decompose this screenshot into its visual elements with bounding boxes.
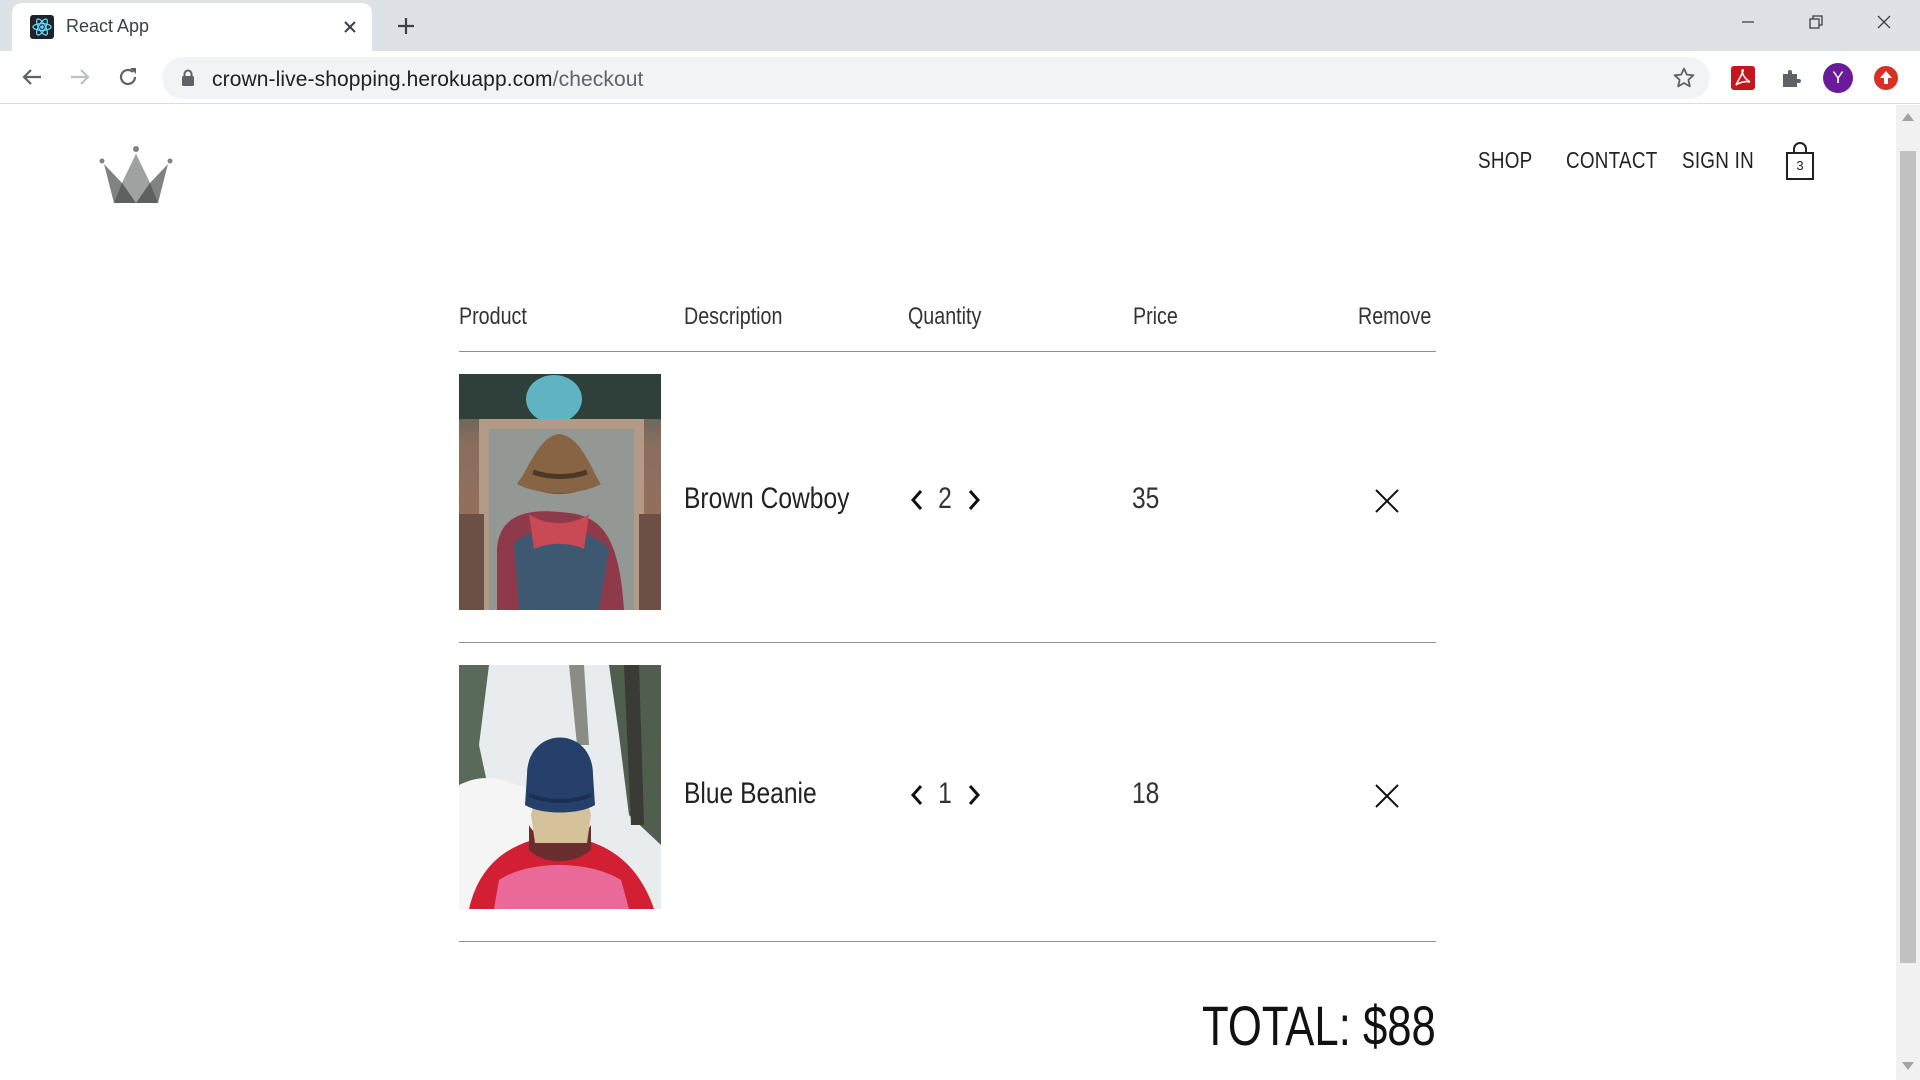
nav-sign-in-link[interactable]: SIGN IN [1682, 147, 1754, 174]
remove-item-button[interactable] [1374, 783, 1400, 809]
tab-title: React App [66, 16, 150, 36]
update-icon [1874, 66, 1898, 90]
restore-icon [1809, 15, 1823, 29]
items-bottom-divider [459, 941, 1436, 942]
reload-button[interactable] [112, 61, 144, 93]
app-page: SHOP CONTACT SIGN IN 3 Product Descripti… [0, 105, 1896, 1080]
cart-button[interactable]: 3 [1782, 141, 1818, 181]
arrow-right-icon [71, 69, 90, 85]
avatar-initial: Y [1832, 68, 1844, 87]
increase-quantity-button[interactable] [964, 782, 984, 808]
arrow-left-icon [22, 69, 41, 85]
remove-item-button[interactable] [1374, 488, 1400, 514]
crown-icon[interactable] [96, 143, 176, 203]
url-path: /checkout [552, 68, 644, 91]
browser-tab[interactable]: React App [12, 3, 372, 51]
extensions-button[interactable] [1776, 63, 1806, 93]
item-image-brown-cowboy [459, 374, 661, 610]
column-header-description: Description [684, 303, 783, 330]
puzzle-icon [1783, 70, 1801, 87]
close-icon [1877, 15, 1891, 29]
react-icon [30, 15, 54, 39]
decrease-quantity-button[interactable] [907, 487, 927, 513]
restore-button[interactable] [1794, 6, 1838, 38]
lock-icon [182, 69, 194, 86]
minimize-icon [1742, 21, 1754, 23]
scroll-down-arrow[interactable] [1902, 1062, 1914, 1070]
item-price: 18 [1132, 777, 1160, 810]
back-button[interactable] [16, 61, 48, 93]
close-window-button[interactable] [1862, 6, 1906, 38]
browser-titlebar: React App [0, 0, 1920, 51]
minimize-button[interactable] [1726, 6, 1770, 38]
nav-shop-link[interactable]: SHOP [1478, 147, 1532, 174]
column-header-remove: Remove [1358, 303, 1432, 330]
decrease-quantity-button[interactable] [907, 782, 927, 808]
profile-button[interactable]: Y [1823, 63, 1853, 93]
plus-icon [398, 18, 414, 34]
cart-count: 3 [1796, 158, 1804, 173]
item-quantity: 2 [938, 482, 952, 515]
chevron-right-icon [968, 785, 981, 805]
item-name: Blue Beanie [684, 777, 817, 810]
forward-button[interactable] [64, 61, 96, 93]
header-divider [459, 351, 1436, 352]
column-header-quantity: Quantity [908, 303, 982, 330]
chevron-left-icon [910, 785, 923, 805]
acrobat-icon [1731, 66, 1755, 90]
scroll-thumb[interactable] [1900, 151, 1916, 963]
star-icon[interactable] [1672, 66, 1696, 90]
new-tab-button[interactable] [392, 12, 420, 40]
checkout-total: TOTAL: $88 [1202, 994, 1436, 1057]
chevron-left-icon [910, 490, 923, 510]
tab-close-button[interactable] [338, 15, 362, 39]
chevron-right-icon [968, 490, 981, 510]
item-image-blue-beanie [459, 665, 661, 909]
close-icon [344, 21, 356, 33]
item-name: Brown Cowboy [684, 482, 850, 515]
update-button[interactable] [1871, 63, 1901, 93]
avatar: Y [1823, 63, 1853, 93]
increase-quantity-button[interactable] [964, 487, 984, 513]
column-header-product: Product [459, 303, 527, 330]
address-bar[interactable]: crown-live-shopping.herokuapp.com/checko… [162, 57, 1710, 99]
acrobat-extension[interactable] [1728, 63, 1758, 93]
page-scrollbar[interactable] [1896, 105, 1920, 1080]
url-text: crown-live-shopping.herokuapp.com/checko… [212, 68, 643, 92]
column-header-price: Price [1133, 303, 1178, 330]
reload-icon [119, 68, 137, 86]
item-price: 35 [1132, 482, 1160, 515]
browser-toolbar: crown-live-shopping.herokuapp.com/checko… [0, 51, 1920, 104]
item-divider [459, 642, 1436, 643]
item-quantity: 1 [938, 777, 952, 810]
url-host: crown-live-shopping.herokuapp.com [212, 68, 553, 91]
nav-contact-link[interactable]: CONTACT [1566, 147, 1657, 174]
scroll-up-arrow[interactable] [1902, 113, 1914, 121]
